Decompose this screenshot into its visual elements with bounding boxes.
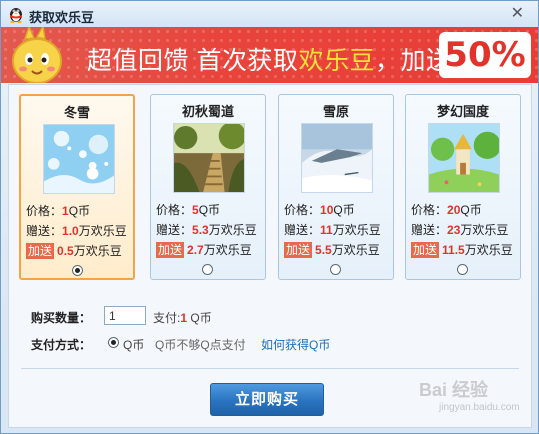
- bonus-line: 赠送：11万欢乐豆: [284, 221, 381, 238]
- bonus-unit: 万欢乐豆: [78, 224, 127, 238]
- price-line: 价格：10Q币: [284, 201, 355, 218]
- extra-value: 11.5: [442, 243, 465, 257]
- package-card-autumn-road[interactable]: 初秋蜀道 价格：5Q币 赠送：5.3万欢乐豆 加送 2.7万欢乐豆: [150, 94, 266, 280]
- price-value: 20: [447, 203, 461, 217]
- close-button[interactable]: ✕: [511, 3, 524, 23]
- title-bar[interactable]: 获取欢乐豆 ✕: [1, 1, 538, 27]
- package-name: 冬雪: [63, 105, 90, 120]
- bonus-value: 11: [320, 223, 333, 237]
- package-name: 梦幻国度: [436, 104, 489, 119]
- package-radio[interactable]: [457, 264, 468, 275]
- quantity-input[interactable]: [104, 306, 146, 325]
- pay-amount: 1: [180, 311, 188, 325]
- extra-unit: 万欢乐豆: [203, 243, 252, 257]
- bonus-label: 赠送：: [411, 223, 448, 237]
- package-card-winter-snow[interactable]: 冬雪 价格：1Q币 赠送：1.0万欢乐豆 加送 0.5万欢乐豆: [19, 94, 135, 280]
- bonus-line: 赠送：1.0万欢乐豆: [26, 222, 127, 239]
- baidu-watermark-url: jingyan.baidu.com: [439, 402, 520, 413]
- winter-snow-image: [43, 124, 115, 194]
- banner-text-before: 超值回馈 首次获取: [87, 47, 299, 75]
- window-title: 获取欢乐豆: [29, 10, 95, 25]
- extra-line: 加送 0.5万欢乐豆: [26, 242, 122, 259]
- price-value: 1: [62, 204, 69, 218]
- price-unit: Q币: [460, 203, 482, 217]
- extra-tag: 加送: [284, 242, 313, 258]
- content-panel: 冬雪 价格：1Q币 赠送：1.0万欢乐豆 加送 0.5万欢乐豆 初秋蜀道 价格：…: [8, 84, 532, 428]
- price-line: 价格：20Q币: [411, 201, 482, 218]
- bonus-unit: 万欢乐豆: [460, 223, 509, 237]
- bonus-label: 赠送：: [284, 223, 321, 237]
- banner-headline: 超值回馈 首次获取欢乐豆，加送: [87, 41, 451, 77]
- price-label: 价格：: [26, 204, 63, 218]
- bonus-label: 赠送：: [26, 224, 63, 238]
- how-to-get-qb-link[interactable]: 如何获得Q币: [261, 336, 330, 353]
- package-name: 初秋蜀道: [181, 104, 234, 119]
- divider: [21, 368, 519, 369]
- bonus-label: 赠送：: [156, 223, 193, 237]
- bonus-value: 5.3: [192, 223, 209, 237]
- extra-line: 加送 2.7万欢乐豆: [156, 241, 252, 258]
- bonus-value: 23: [447, 223, 461, 237]
- extra-tag: 加送: [411, 242, 440, 258]
- dreamland-image: [428, 123, 500, 193]
- price-value: 5: [192, 203, 199, 217]
- price-unit: Q币: [68, 204, 91, 218]
- price-label: 价格：: [411, 203, 448, 217]
- package-card-snowfield[interactable]: 雪原 价格：10Q币 赠送：11万欢乐豆 加送 5.5万欢乐豆: [278, 94, 394, 280]
- payment-method-label: 支付方式：: [31, 338, 92, 352]
- package-card-dreamland[interactable]: 梦幻国度 价格：20Q币 赠送：23万欢乐豆 加送 11.5万欢乐豆: [405, 94, 521, 280]
- price-unit: Q币: [333, 203, 355, 217]
- bean-mascot-icon: [12, 27, 62, 83]
- price-value: 10: [320, 203, 334, 217]
- promo-banner: 超值回馈 首次获取欢乐豆，加送 50%: [1, 27, 538, 83]
- extra-unit: 万欢乐豆: [464, 243, 513, 257]
- payment-radio-qb[interactable]: [108, 337, 119, 348]
- bonus-unit: 万欢乐豆: [208, 223, 257, 237]
- extra-unit: 万欢乐豆: [73, 244, 122, 258]
- price-label: 价格：: [284, 203, 321, 217]
- package-radio[interactable]: [330, 264, 341, 275]
- snowfield-image: [301, 123, 373, 193]
- extra-value: 5.5: [315, 243, 332, 257]
- quantity-label: 购买数量：: [31, 311, 92, 325]
- pay-prefix: 支付:: [153, 311, 181, 325]
- price-line: 价格：5Q币: [156, 201, 220, 218]
- extra-line: 加送 5.5万欢乐豆: [284, 241, 380, 258]
- bonus-line: 赠送：5.3万欢乐豆: [156, 221, 257, 238]
- bonus-line: 赠送：23万欢乐豆: [411, 221, 508, 238]
- bonus-value: 1.0: [62, 224, 79, 238]
- extra-tag: 加送: [156, 242, 185, 258]
- extra-line: 加送 11.5万欢乐豆: [411, 241, 513, 258]
- package-radio[interactable]: [72, 265, 83, 276]
- buy-now-button[interactable]: 立即购买: [210, 383, 324, 416]
- price-unit: Q币: [198, 203, 221, 217]
- insufficient-qb-text: Q币不够Q点支付: [155, 338, 246, 352]
- extra-value: 0.5: [57, 244, 74, 258]
- purchase-dialog: 获取欢乐豆 ✕ 超值回馈 首次获取欢乐豆，加送 50% 冬雪 价格：1Q币 赠送…: [0, 0, 539, 434]
- pay-amount-text: 支付:1 Q币: [153, 309, 212, 326]
- payment-option-qb[interactable]: Q币: [123, 336, 144, 353]
- bonus-percent-text: 50%: [444, 35, 526, 75]
- autumn-road-image: [173, 123, 245, 193]
- package-radio[interactable]: [202, 264, 213, 275]
- price-line: 价格：1Q币: [26, 202, 90, 219]
- baidu-watermark: Bai 经验: [419, 380, 489, 400]
- bonus-percent-badge: 50%: [439, 32, 531, 78]
- extra-value: 2.7: [187, 243, 204, 257]
- extra-unit: 万欢乐豆: [331, 243, 380, 257]
- price-label: 价格：: [156, 203, 193, 217]
- pay-unit: Q币: [190, 311, 212, 325]
- bonus-unit: 万欢乐豆: [332, 223, 381, 237]
- extra-tag: 加送: [26, 243, 55, 259]
- package-name: 雪原: [322, 104, 349, 119]
- banner-text-highlight: 欢乐豆: [298, 47, 375, 75]
- qq-penguin-icon: [10, 8, 22, 23]
